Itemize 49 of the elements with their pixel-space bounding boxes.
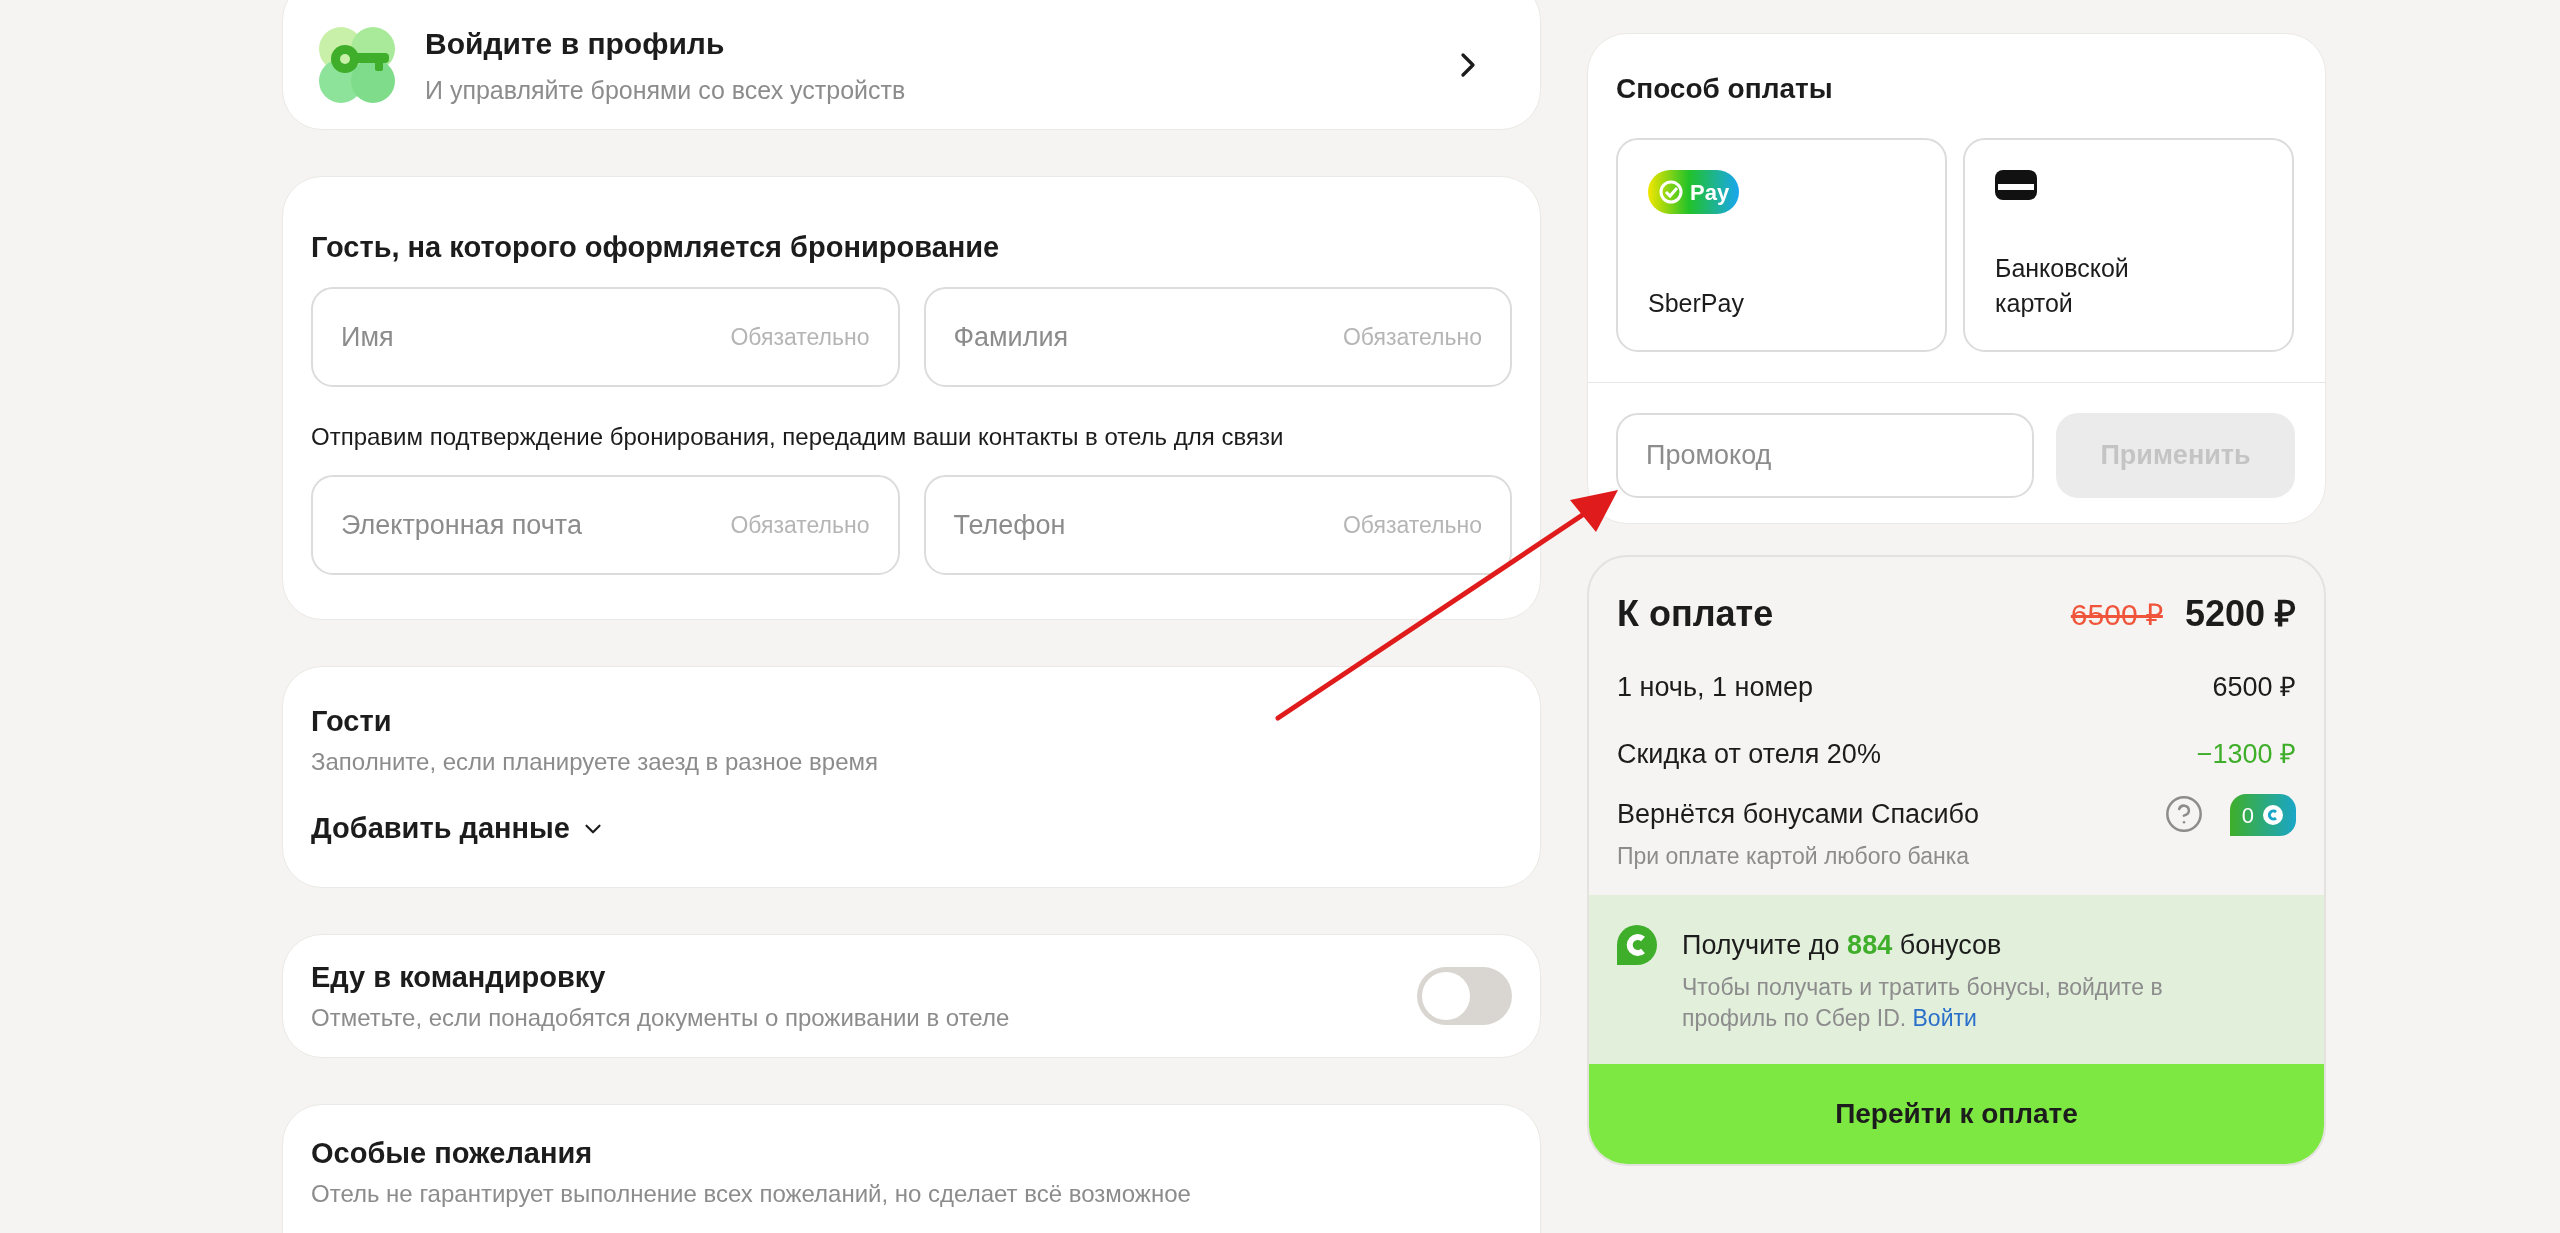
section-title: Еду в командировку [311, 959, 607, 995]
field-placeholder: Электронная почта [341, 509, 582, 542]
add-data-toggle[interactable]: Добавить данные [311, 807, 606, 851]
text-field[interactable]: Электронная почта Обязательно [311, 475, 900, 576]
section-title: Особые пожелания [311, 1136, 594, 1171]
required-label: Обязательно [1342, 323, 1482, 352]
login-link[interactable]: Войти [1912, 1005, 1977, 1032]
required-label: Обязательно [730, 511, 870, 540]
bonus-promo-title: Получите до 884 бонусов [1682, 929, 2003, 962]
price-row-value: 6500 ₽ [2212, 671, 2296, 704]
bonus-promo-text: Чтобы получать и тратить бонусы, войдите в профиль по Сбер ID. Войти [1682, 972, 2164, 1034]
pay-button[interactable]: Перейти к оплате [1589, 1064, 2324, 1164]
total-title: К оплате [1617, 592, 1775, 636]
price-row-label: 1 ночь, 1 номер [1617, 671, 1814, 704]
text-field[interactable]: Телефон Обязательно [923, 475, 1512, 576]
text-field[interactable]: Фамилия Обязательно [923, 287, 1512, 388]
option-label: Банковской картой [1995, 253, 2130, 319]
section-subtitle: Отметьте, если понадобятся документы о проживании в отеле [311, 1003, 1011, 1034]
c-logo-icon [1617, 925, 1657, 965]
profile-title: Войдите в профиль [425, 25, 726, 62]
price-row-label: Скидка от отеля 20% [1617, 737, 1881, 771]
payment-option[interactable]: Банковской картой [1963, 138, 2294, 352]
bonus-note: При оплате картой любого банка [1617, 841, 1971, 871]
contacts-note: Отправим подтверждение бронирования, передадим ваши контакты в отель для связи [311, 422, 1285, 453]
payment-title: Способ оплаты [1616, 72, 1834, 106]
field-placeholder: Телефон [953, 509, 1066, 542]
total-price: 5200 ₽ [2184, 592, 2296, 636]
bonus-count: 0 [2241, 801, 2254, 830]
promo-placeholder: Промокод [1646, 439, 1772, 473]
badge-text: Pay [1690, 178, 1730, 207]
option-label: SberPay [1648, 287, 1745, 319]
help-icon[interactable] [2163, 794, 2204, 834]
payment-option[interactable]: Pay SberPay [1616, 138, 1947, 352]
section-subtitle: Заполните, если планируете заезд в разное время [311, 747, 879, 778]
required-label: Обязательно [730, 323, 870, 352]
section-subtitle: Отель не гарантирует выполнение всех пожеланий, но сделает всё возможное [311, 1179, 1192, 1210]
old-price: 6500 ₽ [2070, 596, 2163, 633]
required-label: Обязательно [1342, 511, 1482, 540]
check-circle-icon [1658, 179, 1684, 205]
section-title: Гости [311, 704, 393, 739]
section-title: Гость, на которого оформляется бронирование [311, 230, 1001, 265]
profile-subtitle: И управляйте бронями со всех устройств [425, 74, 907, 106]
field-placeholder: Имя [341, 321, 394, 354]
c-logo-icon [2262, 804, 2284, 826]
bank-card-icon [1995, 170, 2037, 200]
text-field[interactable]: Имя Обязательно [311, 287, 900, 388]
bonus-label: Вернётся бонусами Спасибо [1617, 798, 1981, 831]
price-row-value: −1300 ₽ [2196, 737, 2296, 771]
field-placeholder: Фамилия [953, 321, 1069, 354]
